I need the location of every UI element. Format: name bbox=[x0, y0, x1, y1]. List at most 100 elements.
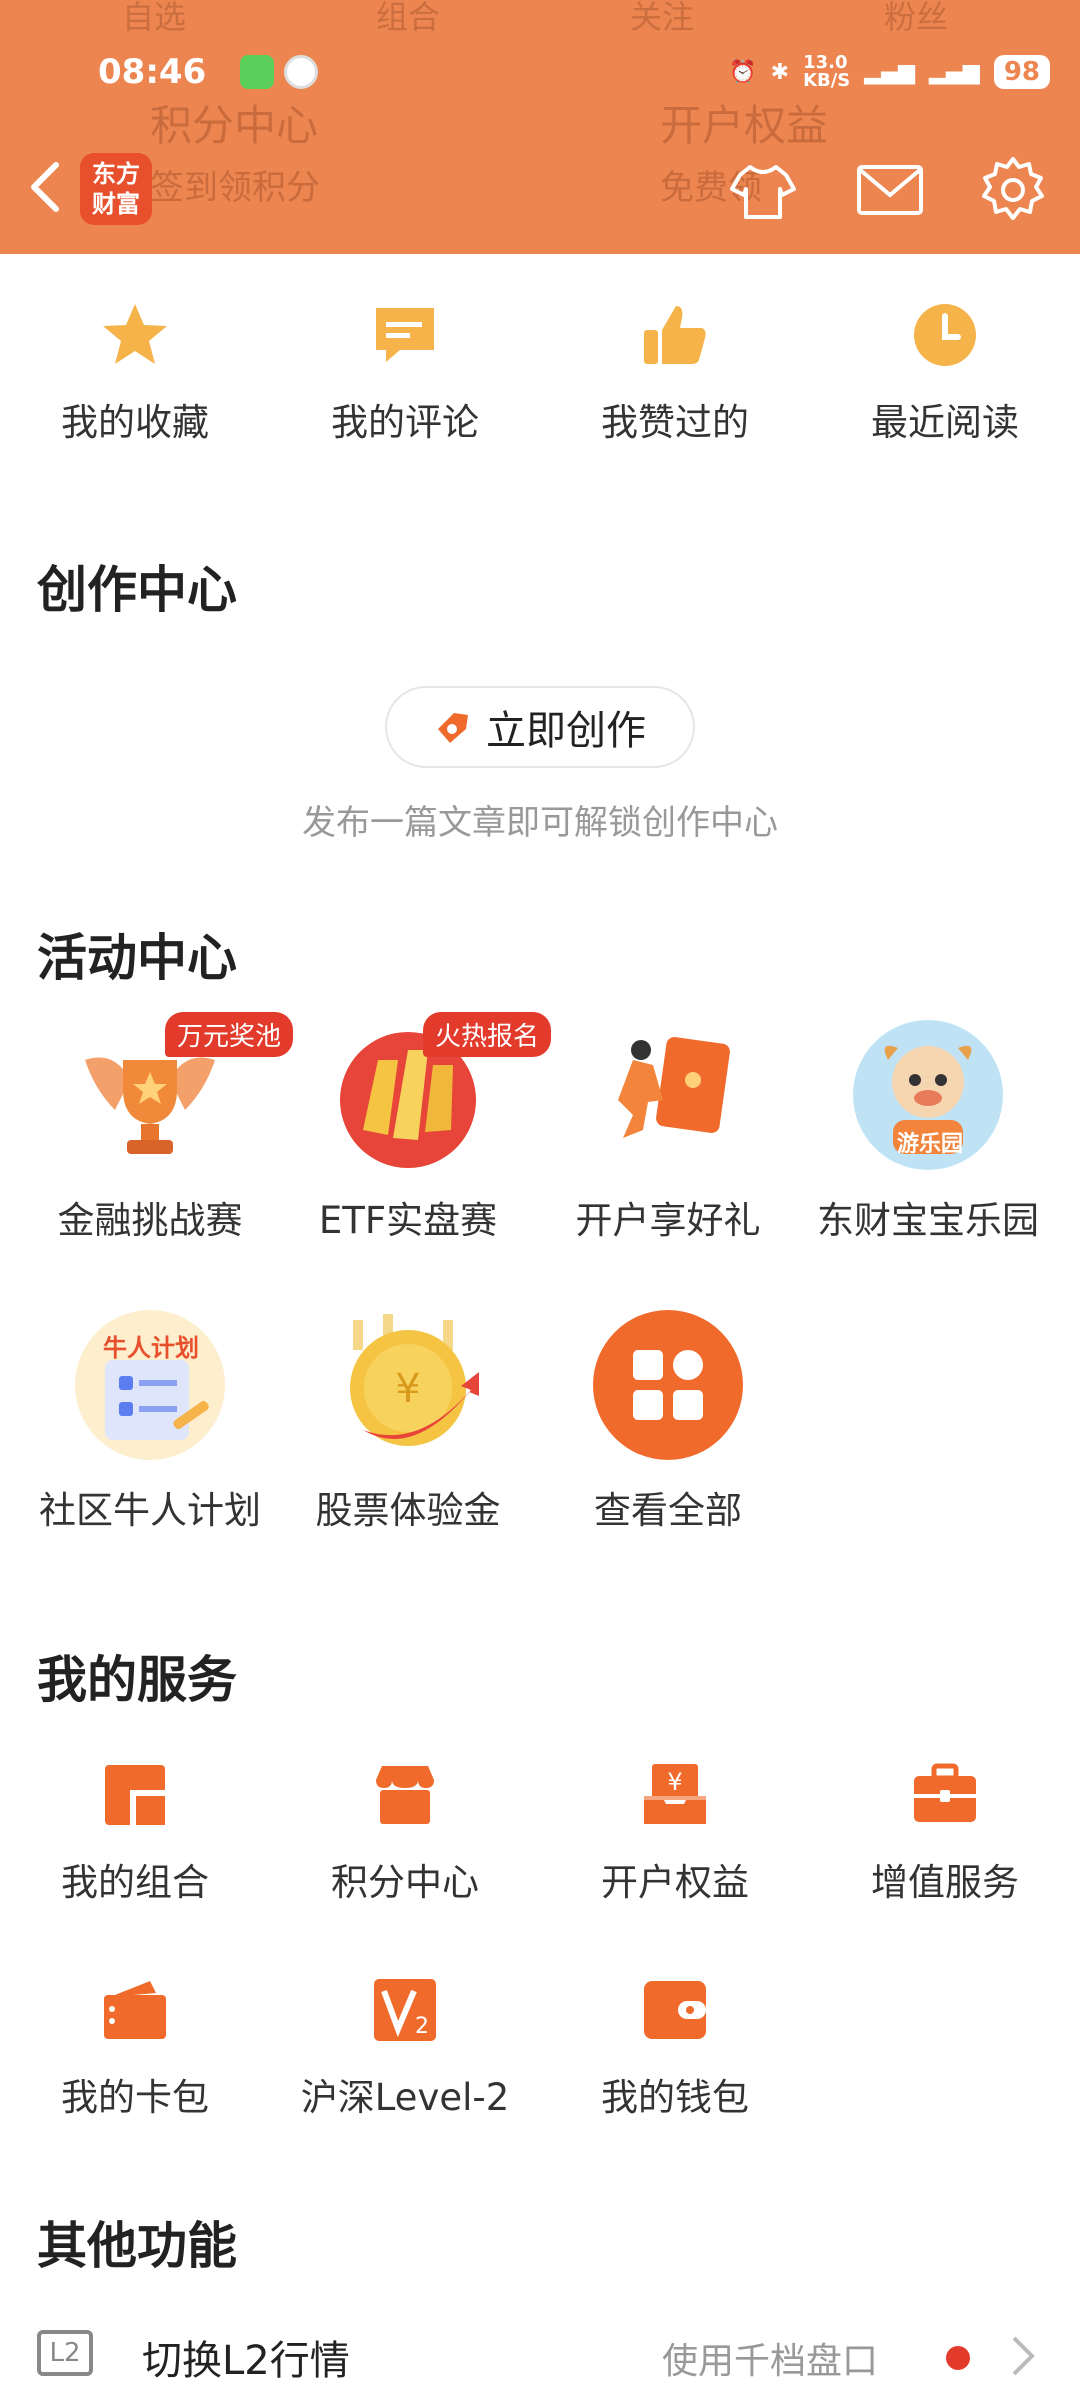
card-wallet-icon bbox=[104, 1981, 166, 2039]
create-now-label: 立即创作 bbox=[486, 708, 646, 754]
red-dot-badge bbox=[946, 2346, 970, 2370]
quick-item-label: 最近阅读 bbox=[871, 401, 1019, 444]
switch-l2-hint: 使用千档盘口 bbox=[662, 2341, 879, 2382]
mascot-icon: 游乐园 bbox=[853, 1020, 1003, 1170]
other-title: 其他功能 bbox=[37, 2217, 237, 2275]
creation-hint: 发布一篇文章即可解锁创作中心 bbox=[302, 803, 778, 843]
briefcase-icon bbox=[914, 1763, 976, 1822]
service-label: 我的组合 bbox=[61, 1861, 209, 1904]
activity-badge: 火热报名 bbox=[423, 1012, 552, 1057]
activity-item-etf-contest[interactable]: 火热报名 ETF实盘赛 bbox=[273, 1012, 552, 1244]
header: 自选 组合 关注 粉丝 积分中心 签到领积分 开户权益 免费领 08:46 ⏰ … bbox=[0, 0, 1080, 254]
clock-icon bbox=[914, 304, 976, 366]
service-label: 我的钱包 bbox=[601, 2076, 749, 2119]
grid-apps-icon bbox=[593, 1310, 743, 1460]
store-icon bbox=[376, 1766, 434, 1824]
service-item-value-added[interactable]: 增值服务 bbox=[810, 1760, 1080, 1906]
activity-label: 股票体验金 bbox=[315, 1489, 501, 1532]
status-bar: 08:46 ⏰ ✱ 13.0 KB/S ▂▄▆ ▂▄▆ 98 bbox=[98, 50, 1050, 94]
alarm-icon: ⏰ bbox=[729, 59, 757, 85]
yuan-box-icon: ¥ bbox=[644, 1764, 706, 1824]
activity-item-account-gift[interactable]: 开户享好礼 bbox=[533, 1020, 803, 1244]
creation-title: 创作中心 bbox=[37, 561, 237, 619]
service-item-wallet[interactable]: 我的钱包 bbox=[540, 1975, 810, 2121]
bg-card-title: 开户权益 bbox=[660, 101, 829, 150]
portfolio-icon bbox=[105, 1765, 165, 1825]
app-logo: 东方 财富 bbox=[80, 153, 152, 225]
activity-title: 活动中心 bbox=[37, 929, 237, 987]
service-item-points[interactable]: 积分中心 bbox=[270, 1760, 540, 1906]
activity-label: ETF实盘赛 bbox=[318, 1199, 498, 1242]
comment-icon bbox=[376, 308, 434, 362]
back-arrow-icon[interactable] bbox=[22, 157, 72, 217]
battery-level: 98 bbox=[993, 55, 1050, 89]
quick-item-liked[interactable]: 我赞过的 bbox=[540, 300, 810, 446]
net-speed: 13.0 KB/S bbox=[803, 52, 851, 91]
switch-l2-label: 切换L2行情 bbox=[142, 2338, 350, 2384]
bg-tab-label: 自选 bbox=[122, 0, 187, 36]
activity-label: 开户享好礼 bbox=[575, 1199, 761, 1242]
quick-item-comments[interactable]: 我的评论 bbox=[270, 300, 540, 446]
pen-icon bbox=[438, 713, 468, 743]
service-label: 积分中心 bbox=[331, 1861, 479, 1904]
svg-text:¥: ¥ bbox=[667, 1768, 682, 1796]
mascot-pic-text: 游乐园 bbox=[897, 1132, 964, 1157]
service-item-level2[interactable]: 2 沪深Level-2 bbox=[270, 1975, 540, 2121]
gold-bars-icon: 火热报名 bbox=[333, 1012, 552, 1170]
service-item-portfolio[interactable]: 我的组合 bbox=[0, 1760, 270, 1906]
signal-icon: ▂▄▆ bbox=[864, 59, 916, 85]
activity-item-community-expert[interactable]: 牛人计划 社区牛人计划 bbox=[15, 1310, 285, 1534]
expert-plan-icon: 牛人计划 bbox=[75, 1310, 225, 1460]
quick-item-label: 我赞过的 bbox=[601, 401, 749, 444]
settings-gear-icon[interactable] bbox=[978, 155, 1048, 225]
wechat-icon bbox=[240, 55, 274, 89]
bg-card-title: 积分中心 bbox=[150, 101, 319, 150]
activity-item-baby-park[interactable]: 游乐园 东财宝宝乐园 bbox=[793, 1020, 1063, 1244]
services-row-2: 我的卡包 2 沪深Level-2 我的钱包 bbox=[0, 1975, 1080, 2121]
clock-app-icon bbox=[284, 55, 318, 89]
activity-label: 金融挑战赛 bbox=[57, 1199, 243, 1242]
skin-shirt-icon[interactable] bbox=[728, 155, 798, 225]
wallet-icon bbox=[644, 1981, 706, 2039]
status-time: 08:46 bbox=[98, 52, 207, 92]
trophy-icon: 万元奖池 bbox=[75, 1012, 294, 1170]
service-label: 开户权益 bbox=[601, 1861, 749, 1904]
service-label: 我的卡包 bbox=[61, 2076, 209, 2119]
nav-bar: 东方 财富 bbox=[0, 145, 1080, 235]
red-envelope-icon bbox=[593, 1020, 743, 1170]
thumbs-up-icon bbox=[644, 306, 706, 364]
services-title: 我的服务 bbox=[37, 1651, 237, 1709]
l2-icon: L2 bbox=[37, 2330, 93, 2376]
expert-pic-text: 牛人计划 bbox=[103, 1334, 199, 1362]
level2-icon: 2 bbox=[374, 1979, 436, 2041]
create-now-button[interactable]: 立即创作 bbox=[385, 686, 695, 768]
signal-icon: ▂▄▆ bbox=[929, 59, 980, 85]
service-label: 沪深Level-2 bbox=[300, 2076, 510, 2119]
svg-text:2: 2 bbox=[415, 2014, 429, 2039]
quick-item-label: 我的评论 bbox=[331, 401, 479, 444]
activity-label: 查看全部 bbox=[594, 1489, 742, 1532]
quick-item-recent[interactable]: 最近阅读 bbox=[810, 300, 1080, 446]
bluetooth-icon: ✱ bbox=[770, 59, 790, 85]
star-icon bbox=[103, 304, 167, 364]
bg-tab-label: 组合 bbox=[376, 0, 441, 36]
quick-item-favorites[interactable]: 我的收藏 bbox=[0, 300, 270, 446]
activity-label: 社区牛人计划 bbox=[39, 1489, 261, 1532]
activity-item-view-all[interactable]: 查看全部 bbox=[533, 1310, 803, 1534]
gold-coin-icon: ¥ bbox=[333, 1310, 483, 1460]
svg-text:¥: ¥ bbox=[395, 1366, 420, 1412]
service-label: 增值服务 bbox=[871, 1861, 1019, 1904]
switch-l2-row[interactable]: L2 切换L2行情 使用千档盘口 bbox=[0, 2310, 1080, 2384]
bg-tab-label: 粉丝 bbox=[884, 0, 949, 36]
services-row-1: 我的组合 积分中心 ¥ 开户权益 增值服务 bbox=[0, 1760, 1080, 1906]
mail-icon[interactable] bbox=[855, 155, 925, 225]
bg-tab-label: 关注 bbox=[630, 0, 695, 36]
activity-label: 东财宝宝乐园 bbox=[817, 1199, 1039, 1242]
activity-item-stock-trial[interactable]: ¥ 股票体验金 bbox=[273, 1310, 543, 1534]
quick-item-label: 我的收藏 bbox=[61, 401, 209, 444]
service-item-account-benefit[interactable]: ¥ 开户权益 bbox=[540, 1760, 810, 1906]
activity-item-finance-challenge[interactable]: 万元奖池 金融挑战赛 bbox=[15, 1012, 294, 1244]
quick-actions: 我的收藏 我的评论 我赞过的 最近阅读 bbox=[0, 300, 1080, 446]
service-item-card-wallet[interactable]: 我的卡包 bbox=[0, 1975, 270, 2121]
logo-text: 东方 财富 bbox=[92, 160, 140, 218]
